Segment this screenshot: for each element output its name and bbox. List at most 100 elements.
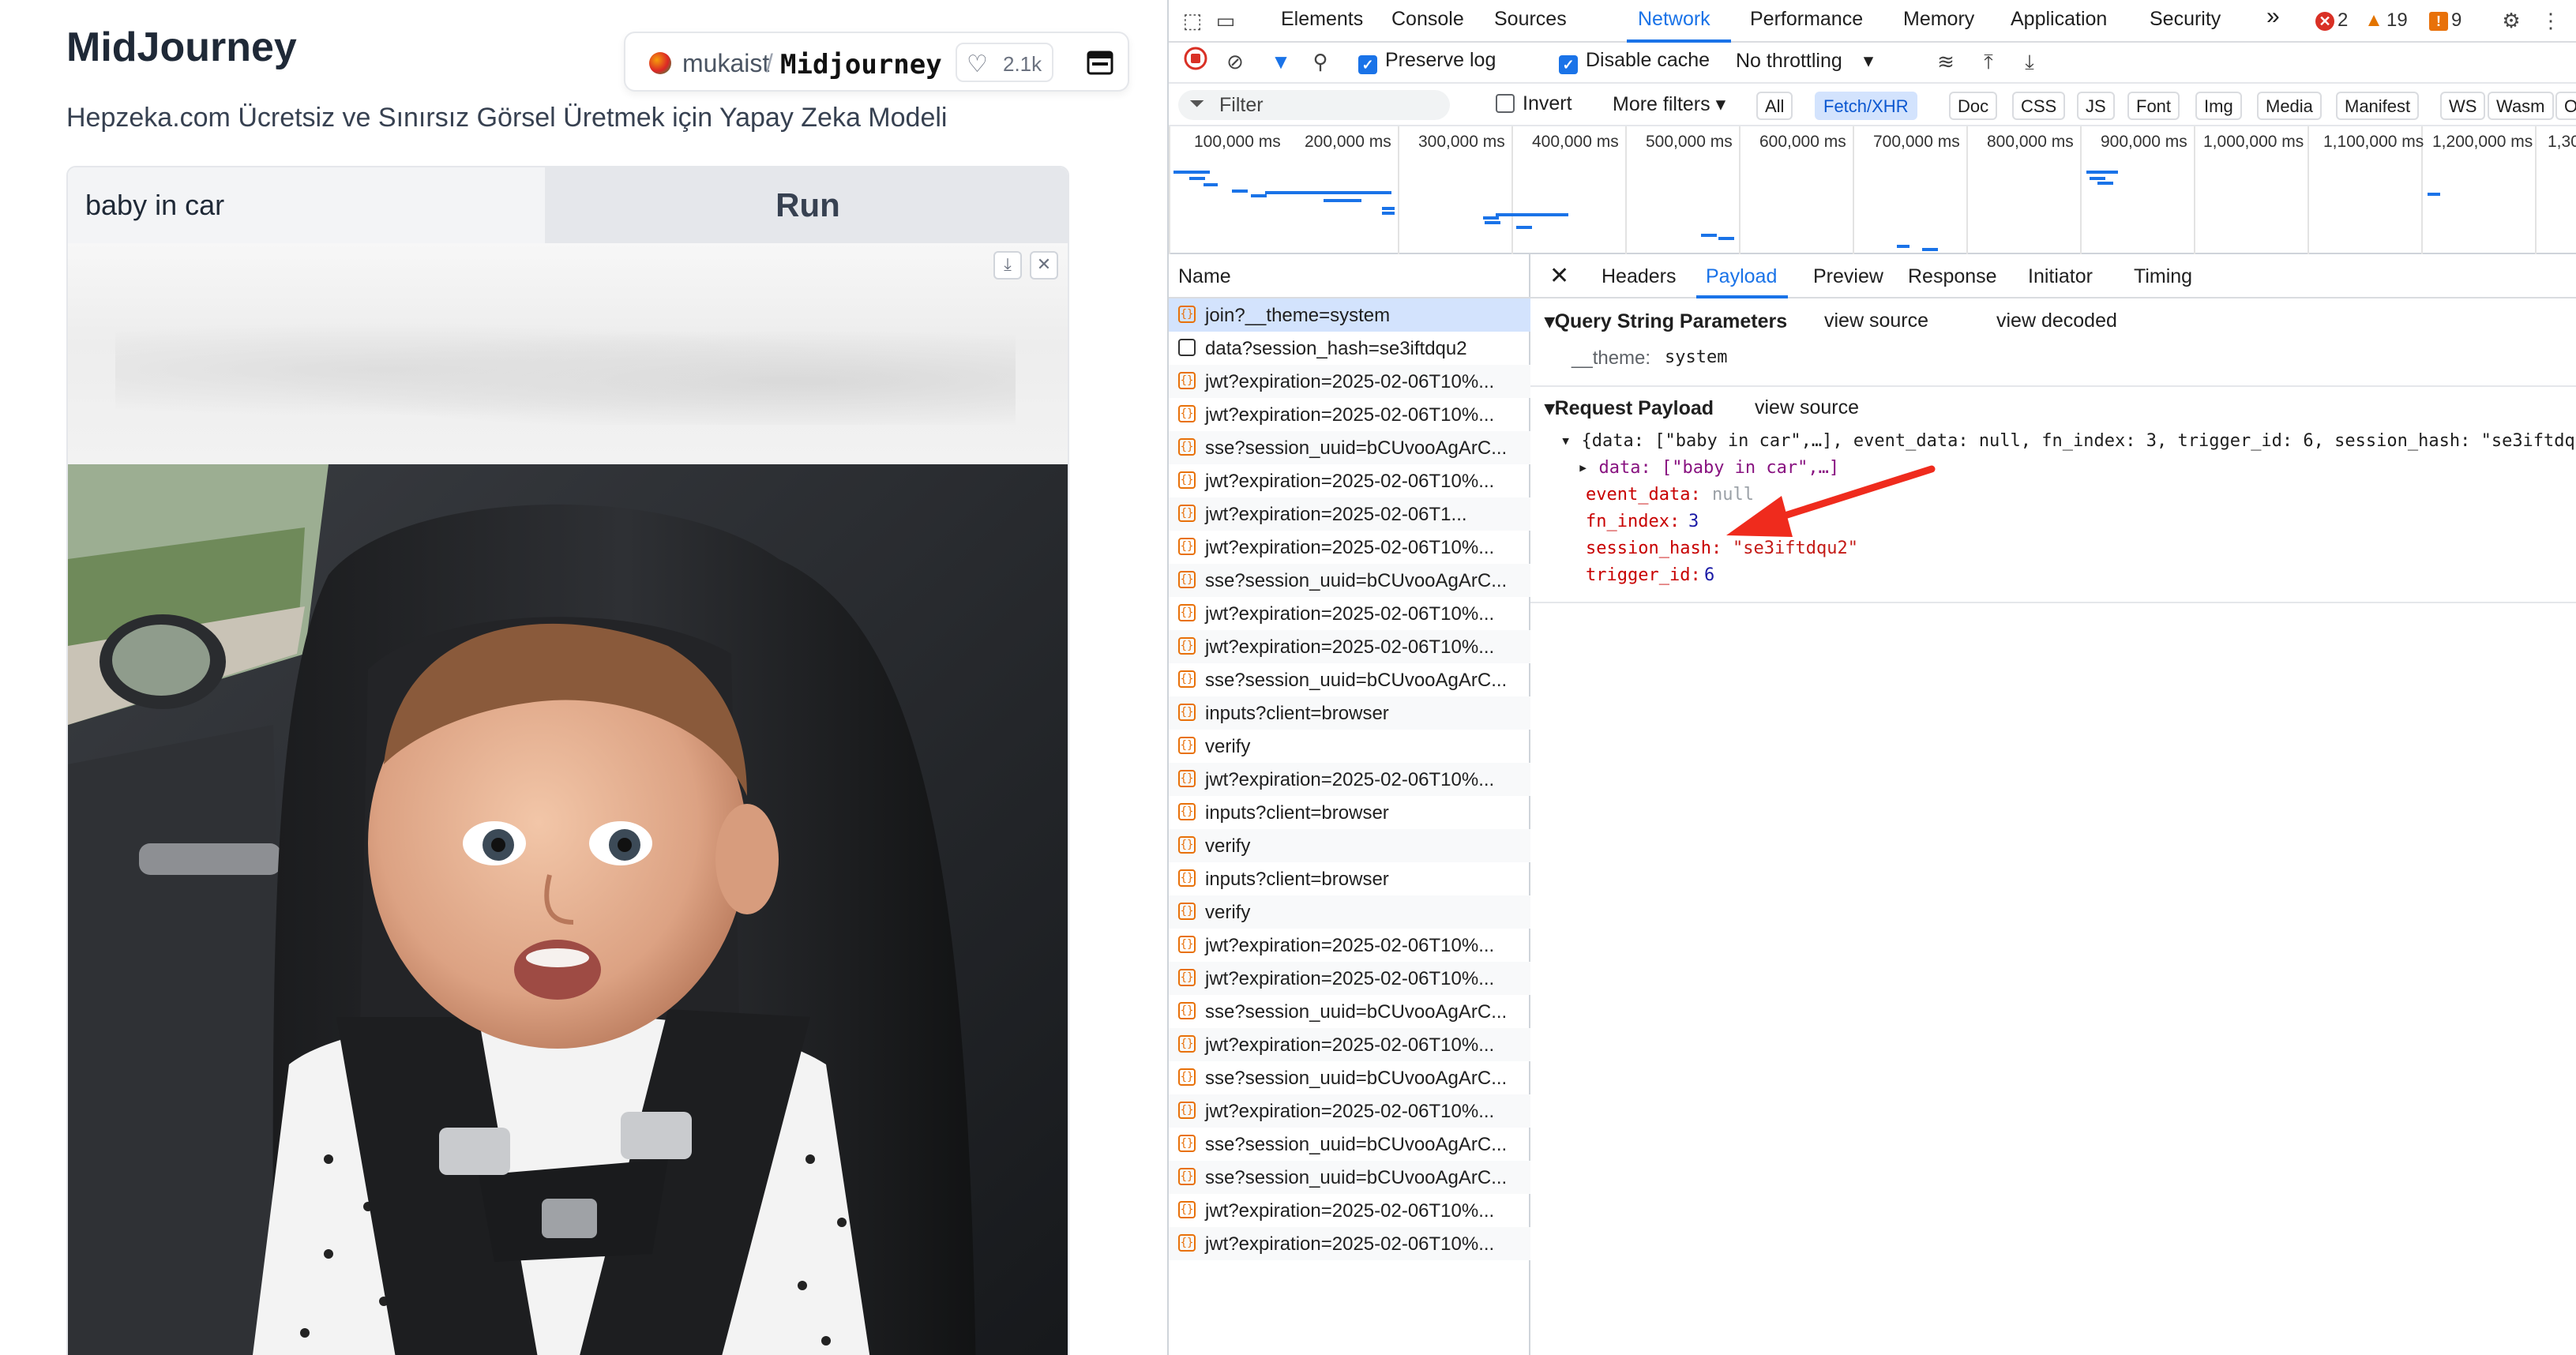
request-row[interactable]: {} jwt?expiration=2025-02-06T10%... [1169, 1094, 1530, 1128]
payload-object-summary[interactable]: ▾ {data: ["baby in car",…], event_data: … [1560, 431, 2576, 451]
request-row[interactable]: {} jwt?expiration=2025-02-06T10%... [1169, 464, 1530, 497]
request-row[interactable]: {} inputs?client=browser [1169, 796, 1530, 829]
tab-console[interactable]: Console [1391, 8, 1464, 31]
clear-icon[interactable]: ⊘ [1219, 46, 1251, 77]
request-row[interactable]: {} jwt?expiration=2025-02-06T10%... [1169, 597, 1530, 630]
timeline-label: 1,30 [2548, 133, 2576, 151]
type-filter-css[interactable]: CSS [2012, 92, 2066, 120]
request-row[interactable]: {} jwt?expiration=2025-02-06T10%... [1169, 763, 1530, 796]
error-count[interactable]: ✕ 2 [2315, 9, 2348, 32]
query-view-source-link[interactable]: view source [1824, 310, 1928, 332]
calendar-icon[interactable] [1080, 43, 1120, 82]
request-row[interactable]: {} jwt?expiration=2025-02-06T10%... [1169, 398, 1530, 431]
type-filter-js[interactable]: JS [2077, 92, 2115, 120]
throttling-select[interactable]: No throttling ▾ [1736, 49, 1873, 73]
device-toolbar-icon[interactable]: ▭ [1210, 5, 1241, 36]
tab-network[interactable]: Network [1638, 8, 1710, 31]
more-filters-dropdown[interactable]: More filters ▾ [1613, 92, 1725, 116]
type-filter-other[interactable]: Other [2555, 92, 2576, 120]
tab-memory[interactable]: Memory [1903, 8, 1974, 31]
close-icon[interactable]: ✕ [1549, 262, 1569, 290]
request-row[interactable]: {} jwt?expiration=2025-02-06T10%... [1169, 929, 1530, 962]
preserve-log-checkbox[interactable]: ✓ Preserve log [1358, 49, 1496, 74]
request-row[interactable]: {} sse?session_uuid=bCUvooAgArC... [1169, 1061, 1530, 1094]
request-row[interactable]: {} jwt?expiration=2025-02-06T10%... [1169, 962, 1530, 995]
like-count: 2.1k [1003, 52, 1042, 76]
warning-count[interactable]: ▲ 19 [2364, 9, 2408, 32]
more-tabs-icon[interactable]: » [2266, 3, 2280, 30]
like-button[interactable]: ♡ 2.1k [956, 43, 1053, 82]
request-row[interactable]: {} join?__theme=system [1169, 298, 1530, 332]
request-row[interactable]: {} sse?session_uuid=bCUvooAgArC... [1169, 663, 1530, 696]
request-row[interactable]: {} jwt?expiration=2025-02-06T10%... [1169, 365, 1530, 398]
search-icon[interactable]: ⚲ [1305, 46, 1336, 77]
tab-headers[interactable]: Headers [1602, 265, 1677, 288]
network-conditions-icon[interactable]: ≋ [1930, 46, 1962, 77]
request-row[interactable]: {} sse?session_uuid=bCUvooAgArC... [1169, 431, 1530, 464]
disable-cache-checkbox[interactable]: ✓ Disable cache [1559, 49, 1710, 74]
request-name: jwt?expiration=2025-02-06T10%... [1205, 603, 1495, 625]
repo-name[interactable]: Midjourney [780, 49, 942, 81]
request-payload-toggle[interactable]: ▾Request Payload [1545, 396, 1714, 420]
run-button[interactable]: Run [545, 167, 1068, 243]
upload-icon[interactable]: ⤒ [1973, 46, 2004, 77]
type-filter-ws[interactable]: WS [2440, 92, 2486, 120]
record-icon[interactable] [1180, 46, 1211, 77]
request-row[interactable]: {} jwt?expiration=2025-02-06T10%... [1169, 630, 1530, 663]
request-row[interactable]: {} inputs?client=browser [1169, 862, 1530, 895]
name-column-header[interactable]: Name [1169, 254, 1530, 298]
request-row[interactable]: {} sse?session_uuid=bCUvooAgArC... [1169, 564, 1530, 597]
request-row[interactable]: {} jwt?expiration=2025-02-06T10%... [1169, 1028, 1530, 1061]
type-filter-media[interactable]: Media [2257, 92, 2322, 120]
kebab-menu-icon[interactable]: ⋮ [2535, 5, 2567, 36]
type-filter-wasm[interactable]: Wasm [2488, 92, 2554, 120]
tab-security[interactable]: Security [2150, 8, 2221, 31]
request-row[interactable]: {} sse?session_uuid=bCUvooAgArC... [1169, 1128, 1530, 1161]
tab-response[interactable]: Response [1908, 265, 1997, 288]
filter-input[interactable]: ⏷ Filter [1178, 90, 1450, 120]
prompt-input[interactable] [68, 167, 545, 243]
request-row[interactable]: {} verify [1169, 895, 1530, 929]
close-icon[interactable]: ✕ [1030, 251, 1058, 280]
type-filter-all[interactable]: All [1756, 92, 1793, 120]
type-filter-img[interactable]: Img [2195, 92, 2242, 120]
type-filter-font[interactable]: Font [2127, 92, 2180, 120]
request-row[interactable]: data?session_hash=se3iftdqu2 [1169, 332, 1530, 365]
tab-elements[interactable]: Elements [1281, 8, 1363, 31]
request-row[interactable]: {} verify [1169, 829, 1530, 862]
filter-placeholder: Filter [1219, 94, 1264, 116]
tab-sources[interactable]: Sources [1494, 8, 1567, 31]
triangle-right-icon: ▸ [1578, 458, 1599, 478]
tab-timing[interactable]: Timing [2134, 265, 2192, 288]
inspect-element-icon[interactable]: ⬚ [1177, 5, 1208, 36]
gear-icon[interactable]: ⚙ [2495, 5, 2527, 36]
type-filter-fetch-xhr[interactable]: Fetch/XHR [1815, 92, 1917, 120]
request-row[interactable]: {} jwt?expiration=2025-02-06T10%... [1169, 1194, 1530, 1227]
tab-preview[interactable]: Preview [1813, 265, 1883, 288]
query-view-decoded-link[interactable]: view decoded [1996, 310, 2117, 332]
timeline-gridline [1966, 126, 1968, 254]
tab-payload[interactable]: Payload [1706, 265, 1777, 288]
type-filter-doc[interactable]: Doc [1949, 92, 1998, 120]
network-overview-timeline[interactable]: 100,000 ms 200,000 ms 300,000 ms 400,000… [1169, 126, 2576, 254]
repo-owner[interactable]: mukaist [682, 49, 769, 78]
repo-badge[interactable]: mukaist / Midjourney ♡ 2.1k [624, 32, 1129, 92]
tab-application[interactable]: Application [2011, 8, 2107, 31]
request-row[interactable]: {} jwt?expiration=2025-02-06T10%... [1169, 531, 1530, 564]
request-row[interactable]: {} sse?session_uuid=bCUvooAgArC... [1169, 1161, 1530, 1194]
request-row[interactable]: {} jwt?expiration=2025-02-06T10%... [1169, 1227, 1530, 1260]
invert-checkbox[interactable]: Invert [1496, 92, 1572, 115]
payload-view-source-link[interactable]: view source [1755, 396, 1859, 419]
info-count[interactable]: ! 9 [2429, 9, 2461, 32]
filter-icon[interactable]: ▼ [1265, 46, 1297, 77]
request-row[interactable]: {} jwt?expiration=2025-02-06T1... [1169, 497, 1530, 531]
tab-initiator[interactable]: Initiator [2028, 265, 2093, 288]
request-row[interactable]: {} inputs?client=browser [1169, 696, 1530, 730]
tab-performance[interactable]: Performance [1750, 8, 1863, 31]
download-icon[interactable]: ⤓ [2014, 46, 2045, 77]
query-params-toggle[interactable]: ▾Query String Parameters [1545, 310, 1787, 333]
request-row[interactable]: {} sse?session_uuid=bCUvooAgArC... [1169, 995, 1530, 1028]
type-filter-manifest[interactable]: Manifest [2336, 92, 2420, 120]
request-row[interactable]: {} verify [1169, 730, 1530, 763]
download-icon[interactable]: ⤓ [993, 251, 1022, 280]
